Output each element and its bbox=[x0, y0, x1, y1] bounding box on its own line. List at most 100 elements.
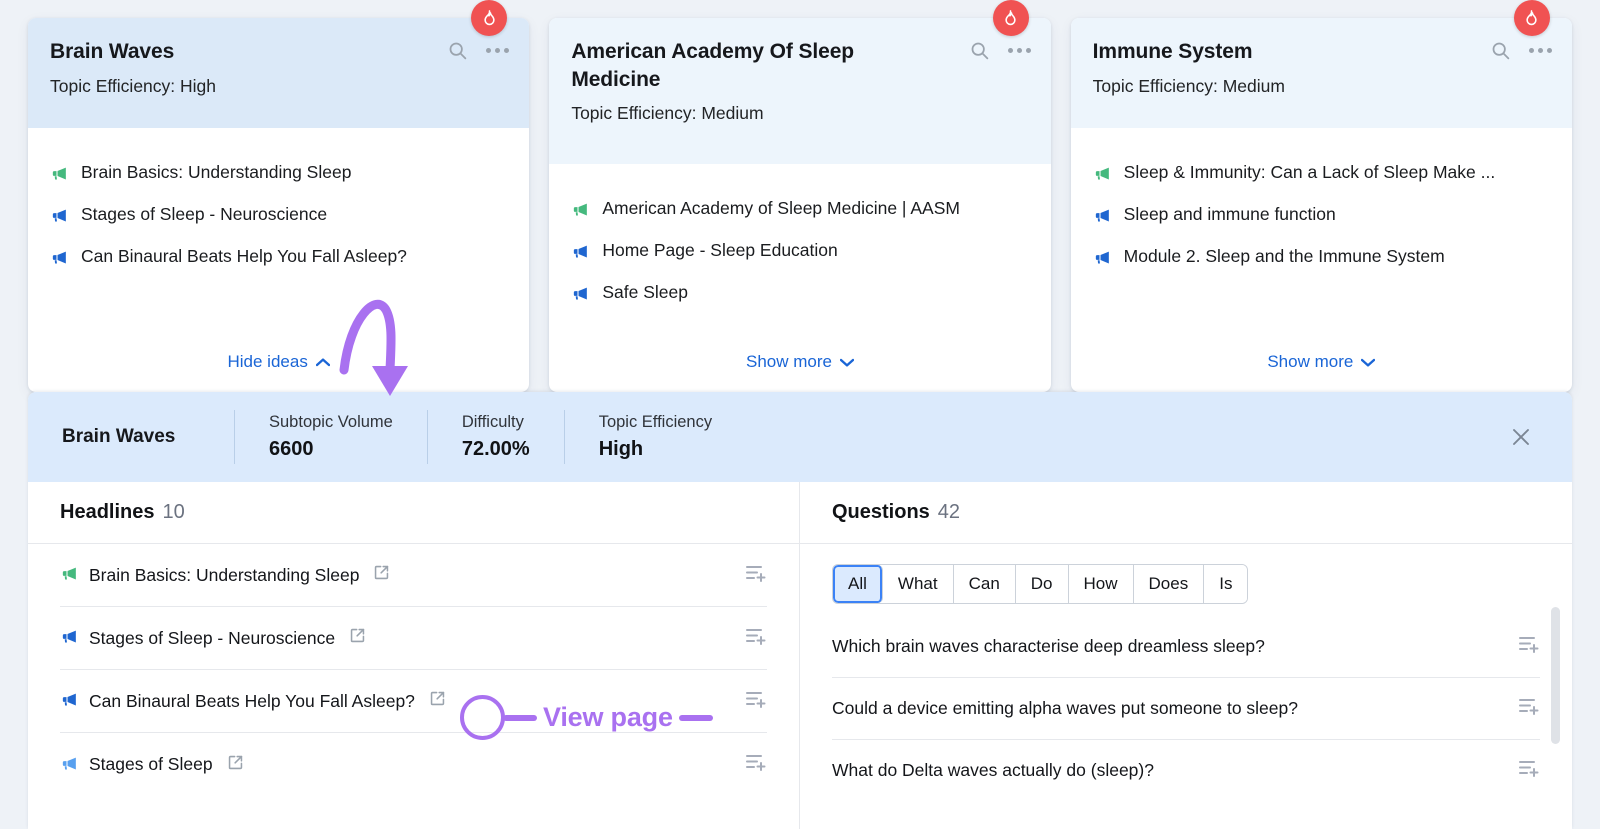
filter-chip-do[interactable]: Do bbox=[1016, 565, 1069, 603]
headlines-list: Brain Basics: Understanding Sleep Stages… bbox=[28, 544, 799, 796]
idea-item[interactable]: Brain Basics: Understanding Sleep bbox=[50, 162, 507, 188]
card-title: Brain Waves bbox=[50, 38, 507, 66]
table-row[interactable]: Could a device emitting alpha waves put … bbox=[832, 678, 1540, 740]
table-row[interactable]: Stages of Sleep bbox=[60, 733, 767, 796]
more-options-icon[interactable] bbox=[1008, 48, 1031, 53]
search-icon[interactable] bbox=[1490, 40, 1511, 61]
efficiency-label: Topic Efficiency: bbox=[1093, 76, 1218, 96]
add-to-list-icon[interactable] bbox=[1518, 758, 1540, 783]
idea-item[interactable]: Home Page - Sleep Education bbox=[571, 240, 1028, 266]
idea-list: Brain Basics: Understanding Sleep Stages… bbox=[50, 162, 507, 272]
idea-item[interactable]: Stages of Sleep - Neuroscience bbox=[50, 204, 507, 230]
megaphone-icon bbox=[60, 627, 79, 651]
idea-item[interactable]: American Academy of Sleep Medicine | AAS… bbox=[571, 198, 1028, 224]
filter-chip-can[interactable]: Can bbox=[954, 565, 1016, 603]
idea-label: Sleep & Immunity: Can a Lack of Sleep Ma… bbox=[1124, 162, 1496, 184]
add-to-list-icon[interactable] bbox=[745, 752, 767, 777]
filter-chip-all[interactable]: All bbox=[833, 565, 883, 603]
idea-item[interactable]: Sleep and immune function bbox=[1093, 204, 1550, 230]
card-title: Immune System bbox=[1093, 38, 1550, 66]
idea-item[interactable]: Sleep & Immunity: Can a Lack of Sleep Ma… bbox=[1093, 162, 1550, 188]
efficiency-label: Topic Efficiency: bbox=[571, 103, 696, 123]
idea-label: Brain Basics: Understanding Sleep bbox=[81, 162, 351, 184]
detail-stats-bar: Brain Waves Subtopic Volume 6600 Difficu… bbox=[28, 392, 1572, 482]
search-icon[interactable] bbox=[447, 40, 468, 61]
megaphone-icon bbox=[50, 206, 69, 230]
add-to-list-icon[interactable] bbox=[1518, 634, 1540, 659]
table-row[interactable]: Can Binaural Beats Help You Fall Asleep? bbox=[60, 670, 767, 733]
stat-value: 72.00% bbox=[462, 434, 530, 464]
headline-label: Stages of Sleep - Neuroscience bbox=[89, 628, 335, 649]
topic-cards-row: Brain Waves Topic Efficiency: High Brai bbox=[0, 0, 1600, 392]
hide-ideas-button[interactable]: Hide ideas bbox=[228, 352, 330, 372]
detail-topic-name: Brain Waves bbox=[62, 426, 234, 448]
external-link-icon[interactable] bbox=[349, 627, 366, 649]
megaphone-icon bbox=[50, 164, 69, 188]
add-to-list-icon[interactable] bbox=[745, 563, 767, 588]
more-options-icon[interactable] bbox=[1529, 48, 1552, 53]
topic-card-immune-system[interactable]: Immune System Topic Efficiency: Medium bbox=[1071, 18, 1572, 392]
topic-detail-panel: Brain Waves Subtopic Volume 6600 Difficu… bbox=[28, 392, 1572, 829]
megaphone-icon bbox=[60, 690, 79, 714]
external-link-icon[interactable] bbox=[227, 754, 244, 776]
close-icon[interactable] bbox=[1510, 426, 1532, 448]
idea-list: American Academy of Sleep Medicine | AAS… bbox=[571, 198, 1028, 308]
question-label: Which brain waves characterise deep drea… bbox=[832, 636, 1265, 657]
idea-item[interactable]: Can Binaural Beats Help You Fall Asleep? bbox=[50, 246, 507, 272]
table-row[interactable]: Stages of Sleep - Neuroscience bbox=[60, 607, 767, 670]
table-row[interactable]: What do Delta waves actually do (sleep)? bbox=[832, 740, 1540, 802]
flame-icon bbox=[1514, 0, 1550, 36]
headlines-pane: Headlines 10 Brain Basics: Understanding… bbox=[28, 482, 800, 829]
card-efficiency: Topic Efficiency: High bbox=[50, 75, 507, 98]
megaphone-icon bbox=[571, 242, 590, 266]
megaphone-icon bbox=[1093, 164, 1112, 188]
card-footer: Show more bbox=[1093, 330, 1550, 392]
card-header: Brain Waves Topic Efficiency: High bbox=[28, 18, 529, 128]
idea-label: Sleep and immune function bbox=[1124, 204, 1336, 226]
question-filter-group: All What Can Do How Does Is bbox=[832, 564, 1248, 604]
more-options-icon[interactable] bbox=[486, 48, 509, 53]
add-to-list-icon[interactable] bbox=[1518, 696, 1540, 721]
filter-chip-how[interactable]: How bbox=[1069, 565, 1134, 603]
hide-ideas-label: Hide ideas bbox=[228, 352, 308, 372]
flame-icon bbox=[993, 0, 1029, 36]
app-screen: Brain Waves Topic Efficiency: High Brai bbox=[0, 0, 1600, 829]
table-row[interactable]: Which brain waves characterise deep drea… bbox=[832, 616, 1540, 678]
topic-card-brain-waves[interactable]: Brain Waves Topic Efficiency: High Brai bbox=[28, 18, 529, 392]
idea-label: American Academy of Sleep Medicine | AAS… bbox=[602, 198, 960, 220]
table-row[interactable]: Brain Basics: Understanding Sleep bbox=[60, 544, 767, 607]
headlines-title: Headlines bbox=[60, 501, 154, 524]
idea-item[interactable]: Module 2. Sleep and the Immune System bbox=[1093, 246, 1550, 272]
filter-chip-does[interactable]: Does bbox=[1134, 565, 1205, 603]
stat-label: Difficulty bbox=[462, 410, 530, 435]
chevron-up-icon bbox=[316, 358, 330, 367]
questions-list: Which brain waves characterise deep drea… bbox=[800, 616, 1572, 802]
filter-chip-what[interactable]: What bbox=[883, 565, 954, 603]
headlines-header: Headlines 10 bbox=[28, 482, 799, 544]
show-more-label: Show more bbox=[746, 352, 832, 372]
detail-panes: Headlines 10 Brain Basics: Understanding… bbox=[28, 482, 1572, 829]
topic-card-aasm[interactable]: American Academy Of Sleep Medicine Topic… bbox=[549, 18, 1050, 392]
card-footer: Show more bbox=[571, 330, 1028, 392]
question-label: What do Delta waves actually do (sleep)? bbox=[832, 760, 1154, 781]
show-more-button[interactable]: Show more bbox=[746, 352, 854, 372]
questions-title: Questions bbox=[832, 501, 930, 524]
card-body: Brain Basics: Understanding Sleep Stages… bbox=[28, 128, 529, 392]
headline-label: Brain Basics: Understanding Sleep bbox=[89, 565, 359, 586]
filter-chip-is[interactable]: Is bbox=[1204, 565, 1247, 603]
idea-item[interactable]: Safe Sleep bbox=[571, 282, 1028, 308]
card-body: American Academy of Sleep Medicine | AAS… bbox=[549, 164, 1050, 392]
external-link-icon[interactable] bbox=[373, 564, 390, 586]
card-efficiency: Topic Efficiency: Medium bbox=[571, 102, 1028, 125]
search-icon[interactable] bbox=[969, 40, 990, 61]
efficiency-value: Medium bbox=[701, 103, 763, 123]
card-header: Immune System Topic Efficiency: Medium bbox=[1071, 18, 1572, 128]
questions-count: 42 bbox=[938, 501, 960, 524]
stat-value: High bbox=[599, 434, 712, 464]
external-link-icon[interactable] bbox=[429, 690, 446, 712]
show-more-button[interactable]: Show more bbox=[1267, 352, 1375, 372]
questions-scrollbar[interactable] bbox=[1551, 607, 1560, 744]
megaphone-icon bbox=[50, 248, 69, 272]
add-to-list-icon[interactable] bbox=[745, 689, 767, 714]
add-to-list-icon[interactable] bbox=[745, 626, 767, 651]
